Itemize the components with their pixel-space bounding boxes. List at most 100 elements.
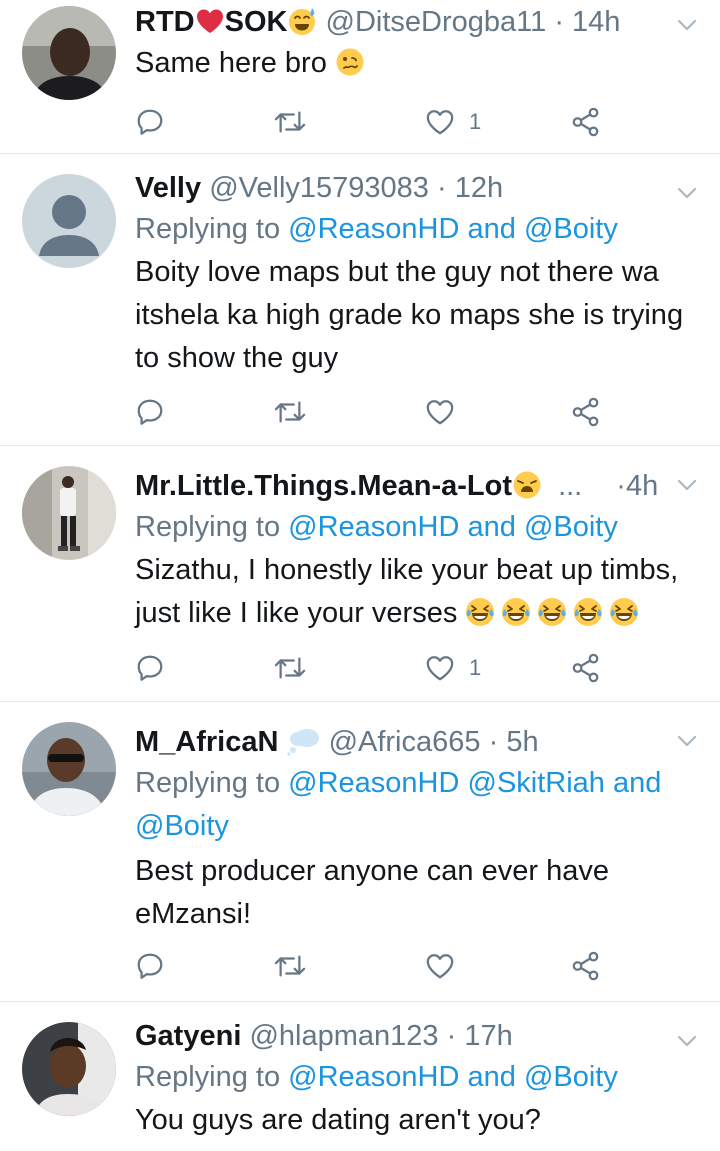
like-button[interactable] [425, 392, 469, 432]
share-button[interactable] [571, 102, 601, 142]
avatar[interactable] [22, 1022, 116, 1116]
separator-dot: · [554, 6, 564, 38]
share-button[interactable] [571, 648, 601, 688]
separator-dot: · [616, 470, 626, 502]
replying-to-label: Replying to [135, 511, 281, 543]
retweet-button[interactable] [273, 102, 307, 142]
mention-link[interactable]: @Boity [524, 1061, 618, 1093]
tweet[interactable]: M_AfricaN @Africa665 · 5h Replying to @R… [0, 702, 720, 1002]
mention-link[interactable]: @Boity [524, 511, 618, 543]
mention-link[interactable]: @Boity [135, 810, 229, 842]
mention-and[interactable]: and [468, 213, 516, 245]
separator-dot: · [446, 1020, 457, 1052]
tweet-text: Boity love maps but the guy not there wa… [135, 256, 684, 374]
reply-icon [135, 107, 165, 137]
user-handle[interactable]: @Velly15793083 [209, 172, 429, 204]
separator-dot: · [436, 172, 447, 204]
display-name[interactable]: Mr.Little.Things.Mean-a-Lot [135, 470, 512, 502]
mention-link[interactable]: @ReasonHD [288, 213, 459, 245]
tweet-text-content: Same here bro [135, 47, 327, 79]
timestamp[interactable]: 12h [455, 172, 503, 204]
woozy-face-icon [336, 48, 364, 76]
tweet[interactable]: Velly @Velly15793083 · 12h Replying to @… [0, 154, 720, 446]
tweet-header: Velly @Velly15793083 · 12h [135, 168, 700, 208]
retweet-icon [273, 107, 307, 137]
share-button[interactable] [571, 392, 601, 432]
like-icon [425, 107, 455, 137]
display-name[interactable]: Velly [135, 172, 201, 204]
tweet-text: Best producer anyone can ever have eMzan… [135, 855, 609, 930]
like-icon [425, 951, 455, 981]
share-icon [571, 653, 601, 683]
like-button[interactable] [425, 946, 469, 986]
reply-button[interactable] [135, 392, 165, 432]
share-icon [571, 397, 601, 427]
mention-link[interactable]: @ReasonHD [288, 1061, 459, 1093]
reply-icon [135, 653, 165, 683]
chevron-down-icon[interactable] [676, 1030, 698, 1052]
mention-link[interactable]: @SkitRiah [468, 767, 605, 799]
reply-button[interactable] [135, 946, 165, 986]
tears-of-joy-icon [537, 597, 567, 627]
timestamp[interactable]: 17h [464, 1020, 512, 1052]
display-name[interactable]: M_AfricaN [135, 726, 278, 758]
user-handle[interactable]: @DitseDrogba11 [326, 6, 547, 38]
retweet-button[interactable] [273, 392, 307, 432]
user-handle[interactable]: @hlapman123 [249, 1020, 438, 1052]
sweat-smile-icon [289, 8, 316, 35]
chevron-down-icon[interactable] [676, 730, 698, 752]
avatar[interactable] [22, 722, 116, 816]
thought-balloon-icon [286, 729, 319, 756]
mention-and[interactable]: and [468, 1061, 516, 1093]
tweet-text-content: just like I like your verses [135, 597, 458, 629]
tweet[interactable]: Gatyeni @hlapman123 · 17h Replying to @R… [0, 1002, 720, 1151]
reply-icon [135, 397, 165, 427]
share-icon [571, 951, 601, 981]
display-name-part2[interactable]: SOK [225, 6, 288, 38]
timestamp[interactable]: 4h [626, 470, 658, 502]
like-button[interactable]: 1 [425, 102, 481, 142]
chevron-down-icon[interactable] [676, 14, 698, 36]
retweet-button[interactable] [273, 648, 307, 688]
mention-link[interactable]: @Boity [524, 213, 618, 245]
reply-button[interactable] [135, 648, 165, 688]
like-icon [425, 653, 455, 683]
timestamp[interactable]: 14h [572, 6, 620, 38]
retweet-button[interactable] [273, 946, 307, 986]
replying-to-label: Replying to [135, 767, 281, 799]
like-button[interactable]: 1 [425, 648, 481, 688]
timestamp[interactable]: 5h [506, 726, 538, 758]
tears-of-joy-icon [465, 597, 495, 627]
tweet[interactable]: RTD SOK @DitseDrogba11 · 14h Same here br… [0, 0, 720, 154]
separator-dot: · [488, 726, 499, 758]
tweet-header: RTD SOK @DitseDrogba11 · 14h [135, 2, 700, 42]
chevron-down-icon[interactable] [676, 182, 698, 204]
like-count: 1 [469, 109, 482, 134]
tears-of-joy-icon [609, 597, 639, 627]
replying-to: Replying to @ReasonHD @SkitRiah and @Boi… [135, 762, 700, 848]
avatar[interactable] [22, 174, 116, 268]
reply-button[interactable] [135, 102, 165, 142]
retweet-icon [273, 653, 307, 683]
display-name[interactable]: RTD [135, 6, 195, 38]
mention-and[interactable]: and [468, 511, 516, 543]
mention-link[interactable]: @ReasonHD [288, 767, 459, 799]
share-button[interactable] [571, 946, 601, 986]
display-name[interactable]: Gatyeni [135, 1020, 241, 1052]
replying-to-label: Replying to [135, 1061, 281, 1093]
replying-to: Replying to @ReasonHD and @Boity [135, 506, 700, 549]
avatar[interactable] [22, 6, 116, 100]
tweet-text: You guys are dating aren't you? [135, 1104, 541, 1136]
name-truncation: ... [558, 470, 583, 502]
chevron-down-icon[interactable] [676, 474, 698, 496]
replying-to-label: Replying to [135, 213, 281, 245]
avatar[interactable] [22, 466, 116, 560]
tweet-text-line: just like I like your verses [135, 592, 700, 635]
mention-link[interactable]: @ReasonHD [288, 511, 459, 543]
mention-and[interactable]: and [613, 767, 661, 799]
tweet[interactable]: Mr.Little.Things.Mean-a-Lot ... ·4h Repl… [0, 446, 720, 702]
replying-to: Replying to @ReasonHD and @Boity [135, 208, 700, 251]
tweet-text: Sizathu, I honestly like your beat up ti… [135, 549, 700, 635]
user-handle[interactable]: @Africa665 [329, 726, 481, 758]
retweet-icon [273, 397, 307, 427]
